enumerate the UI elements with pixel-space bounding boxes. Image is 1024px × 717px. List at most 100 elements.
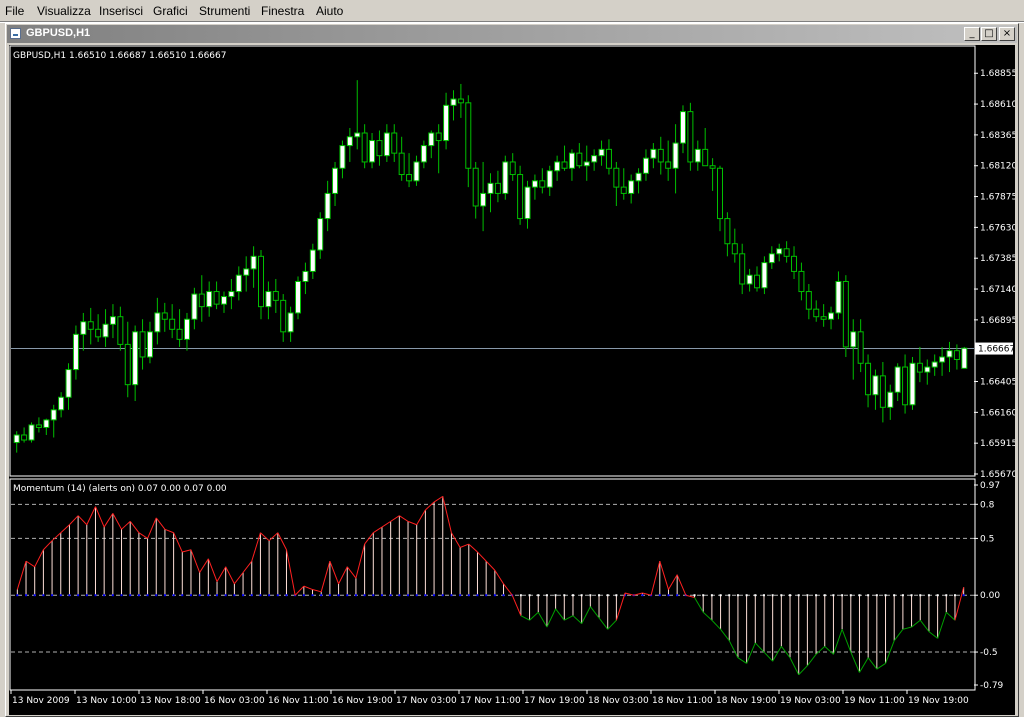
candle-body — [369, 140, 376, 163]
momentum-line-segment — [173, 532, 183, 553]
momentum-zero-dot — [693, 594, 696, 597]
momentum-zero-dot — [111, 594, 114, 597]
candle-body — [183, 318, 190, 340]
momentum-zero-dot — [172, 594, 175, 597]
momentum-line-segment — [433, 495, 444, 503]
momentum-line-segment — [16, 560, 27, 590]
momentum-line-segment — [25, 560, 35, 568]
momentum-zero-dot — [398, 594, 401, 597]
momentum-zero-dot — [762, 594, 765, 597]
candle-body — [716, 167, 723, 220]
momentum-zero-dot — [311, 594, 314, 597]
momentum-line-segment — [546, 608, 557, 628]
indicator-frame — [9, 478, 976, 691]
momentum-line-segment — [216, 566, 227, 582]
momentum-line-segment — [425, 501, 435, 511]
momentum-line-segment — [329, 560, 340, 585]
momentum-line-segment — [841, 629, 852, 653]
candle-body — [857, 331, 864, 364]
momentum-zero-dot — [250, 594, 253, 597]
time-axis-label: 18 Nov 03:00 — [588, 696, 649, 706]
momentum-line-segment — [911, 619, 921, 628]
time-axis-label: 13 Nov 10:00 — [76, 696, 137, 706]
momentum-zero-dot — [554, 594, 557, 597]
momentum-zero-dot — [884, 594, 887, 597]
menu-grafici[interactable]: Grafici — [153, 4, 188, 18]
momentum-zero-dot — [33, 594, 36, 597]
momentum-zero-dot — [493, 594, 496, 597]
candle-body — [450, 98, 457, 106]
momentum-line-segment — [121, 520, 131, 530]
menu-inserisci[interactable]: Inserisci — [99, 4, 143, 18]
candle-body — [87, 321, 94, 330]
candle-body — [95, 328, 102, 338]
momentum-line-segment — [928, 631, 938, 639]
time-axis-label: 18 Nov 11:00 — [652, 696, 713, 706]
momentum-zero-dot — [450, 594, 453, 597]
indicator-panel — [9, 478, 976, 691]
candle-body — [776, 248, 783, 255]
momentum-line-segment — [459, 543, 469, 548]
candle-body — [272, 291, 279, 301]
current-price-label: 1.66667 — [978, 345, 1015, 355]
menu-aiuto[interactable]: Aiuto — [316, 4, 343, 18]
candle-body — [391, 132, 398, 154]
candle-body — [398, 152, 405, 176]
menu-strumenti[interactable]: Strumenti — [199, 4, 250, 18]
momentum-zero-dot — [702, 594, 705, 597]
momentum-zero-dot — [537, 594, 540, 597]
candle-body — [850, 331, 857, 348]
candle-body — [872, 375, 879, 396]
momentum-zero-dot — [485, 594, 488, 597]
time-axis-label: 16 Nov 19:00 — [332, 696, 393, 706]
menu-finestra[interactable]: Finestra — [261, 4, 304, 18]
indicator-axis-label: 0.8 — [980, 500, 995, 510]
momentum-line-segment — [676, 574, 687, 596]
candle-body — [561, 161, 568, 169]
momentum-zero-dot — [893, 594, 896, 597]
window-title: GBPUSD,H1 — [26, 27, 91, 39]
chart-area[interactable]: 1.68855 1.68610 1.68365 1.68120 1.67875 1.676… — [9, 45, 1015, 715]
momentum-line-segment — [815, 645, 826, 655]
minimize-button[interactable]: _ — [964, 27, 980, 41]
chart-window-titlebar[interactable]: GBPUSD,H1 _ □ × — [7, 25, 1017, 43]
momentum-line-segment — [720, 629, 730, 641]
momentum-zero-dot — [346, 594, 349, 597]
candle-body — [628, 180, 635, 194]
candle-body — [413, 161, 420, 182]
candle-body — [332, 167, 339, 194]
momentum-zero-dot — [242, 594, 245, 597]
close-button[interactable]: × — [999, 27, 1015, 41]
indicator-axis-label: 0.97 — [980, 481, 1000, 491]
momentum-line-segment — [155, 517, 166, 530]
momentum-line-segment — [824, 645, 834, 655]
time-axis-label: 16 Nov 11:00 — [268, 696, 329, 706]
price-axis-label: 1.68610 — [980, 100, 1015, 110]
candle-body — [243, 268, 250, 276]
momentum-zero-dot — [606, 594, 609, 597]
momentum-line-segment — [399, 515, 409, 522]
menu-file[interactable]: File — [5, 4, 24, 18]
momentum-line-segment — [763, 651, 774, 662]
momentum-zero-dot — [268, 594, 271, 597]
momentum-zero-dot — [198, 594, 201, 597]
momentum-zero-dot — [433, 594, 436, 597]
candle-body — [657, 148, 664, 163]
candle-body — [502, 161, 509, 194]
candle-body — [317, 218, 324, 251]
candle-body — [568, 152, 575, 169]
momentum-zero-dot — [502, 594, 505, 597]
momentum-zero-dot — [789, 594, 792, 597]
candle-body — [472, 167, 479, 207]
candle-body — [443, 104, 450, 142]
momentum-zero-dot — [719, 594, 722, 597]
maximize-button[interactable]: □ — [981, 27, 997, 41]
candle-body — [435, 132, 442, 142]
candle-body — [302, 270, 309, 282]
momentum-line-segment — [416, 509, 426, 526]
momentum-line-segment — [503, 583, 513, 596]
candle-body — [554, 161, 561, 172]
menu-visualizza[interactable]: Visualizza — [37, 4, 91, 18]
candle-body — [961, 347, 968, 369]
candle-body — [309, 249, 316, 272]
